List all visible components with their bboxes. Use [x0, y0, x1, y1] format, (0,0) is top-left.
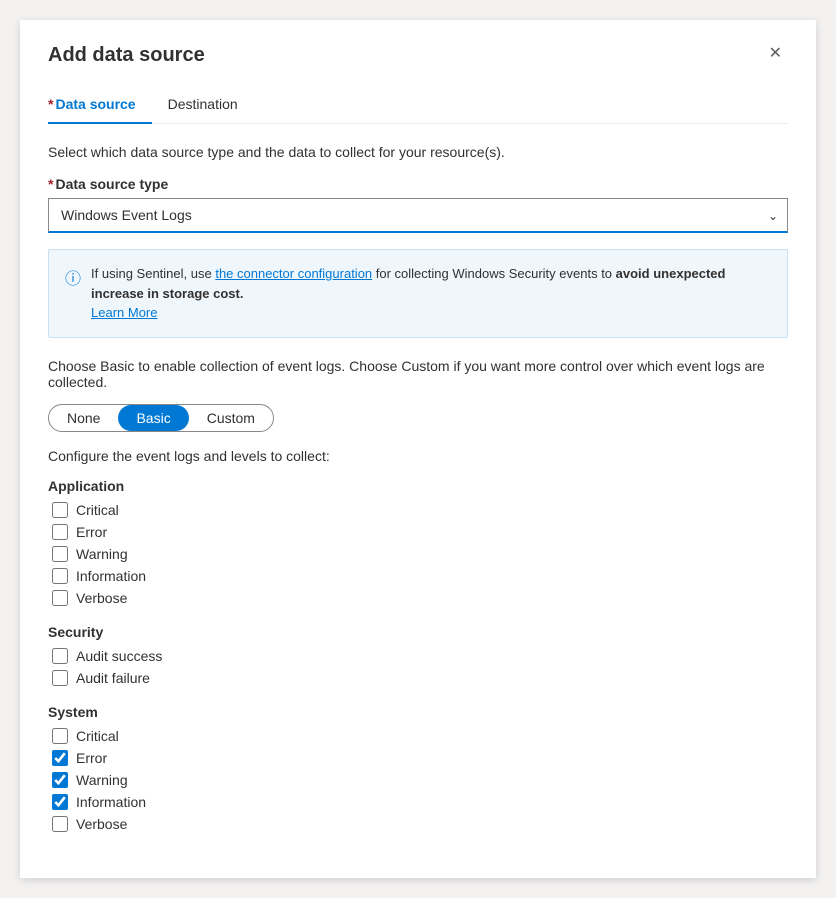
data-source-type-select-wrapper: Windows Event LogsLinux SyslogPerformanc… — [48, 198, 788, 233]
config-label: Configure the event logs and levels to c… — [48, 448, 788, 464]
info-icon: ⓘ — [65, 265, 81, 323]
checkbox-row: Audit success — [48, 648, 788, 664]
checkbox-label-verbose[interactable]: Verbose — [76, 590, 127, 606]
checkbox-label-critical[interactable]: Critical — [76, 502, 119, 518]
checkbox-information[interactable] — [52, 568, 68, 584]
tab-destination[interactable]: Destination — [168, 88, 254, 124]
checkbox-row: Warning — [48, 546, 788, 562]
checkbox-label-verbose[interactable]: Verbose — [76, 816, 127, 832]
checkbox-row: Verbose — [48, 590, 788, 606]
checkbox-row: Error — [48, 750, 788, 766]
data-source-type-label: *Data source type — [48, 176, 788, 192]
choose-description: Choose Basic to enable collection of eve… — [48, 358, 788, 390]
checkbox-label-audit-success[interactable]: Audit success — [76, 648, 162, 664]
dialog-title: Add data source — [48, 44, 205, 67]
checkbox-error[interactable] — [52, 750, 68, 766]
checkbox-label-information[interactable]: Information — [76, 794, 146, 810]
toggle-btn-basic[interactable]: Basic — [118, 405, 188, 431]
data-source-type-select[interactable]: Windows Event LogsLinux SyslogPerformanc… — [48, 198, 788, 233]
checkbox-label-error[interactable]: Error — [76, 750, 107, 766]
dialog-header: Add data source ✕ — [48, 44, 788, 67]
checkbox-critical[interactable] — [52, 502, 68, 518]
checkbox-row: Warning — [48, 772, 788, 788]
checkbox-row: Critical — [48, 502, 788, 518]
add-data-source-dialog: Add data source ✕ *Data source Destinatio… — [20, 20, 816, 878]
info-text-after: for collecting Windows Security events t… — [372, 266, 616, 281]
section-system: System Critical Error Warning Information Ver… — [48, 704, 788, 832]
checkbox-critical[interactable] — [52, 728, 68, 744]
info-text-before: If using Sentinel, use — [91, 266, 215, 281]
checkbox-row: Critical — [48, 728, 788, 744]
section-title-security: Security — [48, 624, 788, 640]
section-application: Application Critical Error Warning Informati… — [48, 478, 788, 606]
checkbox-row: Error — [48, 524, 788, 540]
checkbox-label-warning[interactable]: Warning — [76, 546, 128, 562]
checkbox-label-error[interactable]: Error — [76, 524, 107, 540]
section-title-application: Application — [48, 478, 788, 494]
checkbox-warning[interactable] — [52, 772, 68, 788]
connector-config-link[interactable]: the connector configuration — [215, 266, 372, 281]
info-banner-text: If using Sentinel, use the connector con… — [91, 264, 771, 323]
close-button[interactable]: ✕ — [763, 44, 788, 64]
checkbox-label-audit-failure[interactable]: Audit failure — [76, 670, 150, 686]
checkbox-information[interactable] — [52, 794, 68, 810]
required-star: * — [48, 176, 53, 192]
checkbox-verbose[interactable] — [52, 590, 68, 606]
checkbox-verbose[interactable] — [52, 816, 68, 832]
checkbox-error[interactable] — [52, 524, 68, 540]
tab-data-source[interactable]: *Data source — [48, 88, 152, 124]
info-banner: ⓘ If using Sentinel, use the connector c… — [48, 249, 788, 338]
section-description: Select which data source type and the da… — [48, 144, 788, 160]
checkbox-audit-success[interactable] — [52, 648, 68, 664]
section-security: Security Audit success Audit failure — [48, 624, 788, 686]
tab-bar: *Data source Destination — [48, 87, 788, 124]
learn-more-link[interactable]: Learn More — [91, 305, 157, 320]
checkbox-audit-failure[interactable] — [52, 670, 68, 686]
checkbox-label-warning[interactable]: Warning — [76, 772, 128, 788]
toggle-btn-custom[interactable]: Custom — [189, 405, 273, 431]
checkbox-warning[interactable] — [52, 546, 68, 562]
tab-required-dot: * — [48, 96, 53, 112]
section-title-system: System — [48, 704, 788, 720]
checkbox-row: Audit failure — [48, 670, 788, 686]
event-log-sections: Application Critical Error Warning Informati… — [48, 478, 788, 832]
checkbox-row: Information — [48, 794, 788, 810]
checkbox-row: Verbose — [48, 816, 788, 832]
checkbox-label-critical[interactable]: Critical — [76, 728, 119, 744]
checkbox-label-information[interactable]: Information — [76, 568, 146, 584]
collection-mode-toggle: NoneBasicCustom — [48, 404, 274, 432]
toggle-btn-none[interactable]: None — [49, 405, 118, 431]
checkbox-row: Information — [48, 568, 788, 584]
